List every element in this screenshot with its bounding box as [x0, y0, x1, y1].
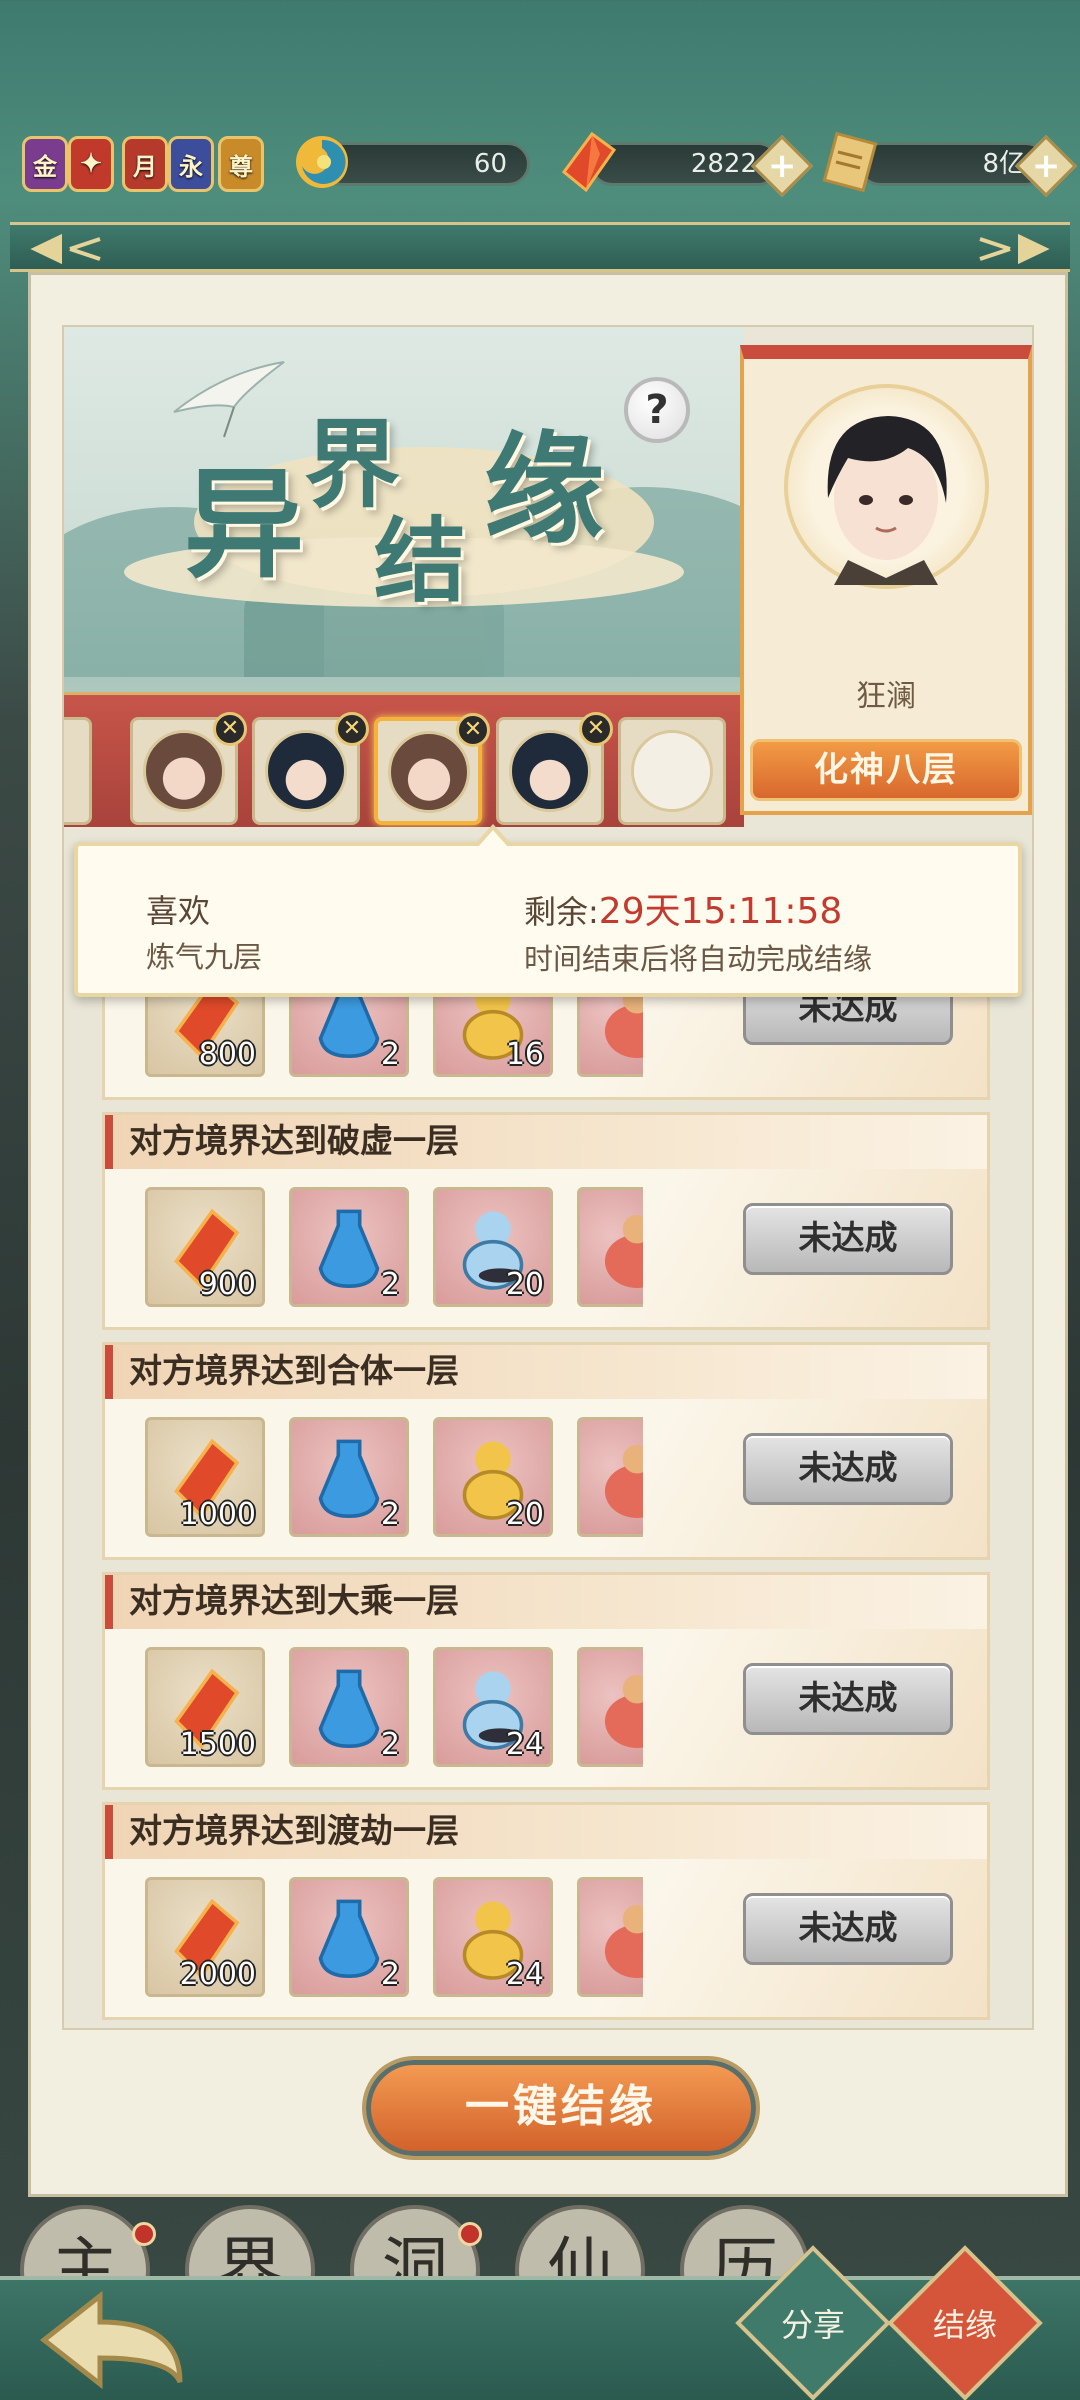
panel-frame-top: [10, 222, 1070, 272]
vip-badge-gold[interactable]: 金: [22, 136, 68, 192]
candidate-slot[interactable]: ✕: [252, 712, 369, 825]
help-button[interactable]: ?: [624, 377, 690, 443]
partner-realm: 化神八层: [750, 739, 1022, 801]
reward-item[interactable]: 1500: [145, 1647, 265, 1767]
vip-badge-eternal[interactable]: 永: [168, 136, 214, 192]
reward-item[interactable]: 2: [289, 1877, 409, 1997]
red-pouch-icon: [604, 1214, 643, 1288]
candidate-realm: 炼气九层: [146, 940, 263, 974]
male-avatar: [265, 730, 347, 812]
back-arrow-icon[interactable]: [30, 2282, 200, 2392]
one-key-bond-button[interactable]: 一键结缘: [366, 2060, 756, 2156]
task-row: 对方境界达到合体一层 1000 2 20 未达成: [102, 1342, 990, 1560]
red-pouch-icon: [604, 1444, 643, 1518]
red-pouch-icon: [604, 1904, 643, 1978]
partner-avatar: [784, 384, 989, 589]
remove-icon[interactable]: ✕: [579, 712, 613, 746]
swirl-icon: [296, 136, 348, 188]
reward-item[interactable]: 2000: [145, 1877, 265, 1997]
reward-item[interactable]: [577, 1877, 643, 1997]
banner-title: 异 界 结 缘: [184, 408, 604, 615]
reward-item[interactable]: 2: [289, 1647, 409, 1767]
vip-badge-moon[interactable]: 月: [122, 136, 168, 192]
task-row: 对方境界达到破虚一层 900 2 20 未达成: [102, 1112, 990, 1330]
task-row: 对方境界达到渡劫一层 2000 2 24 未达成: [102, 1802, 990, 2020]
red-pouch-icon: [604, 1674, 643, 1748]
status-button[interactable]: 未达成: [743, 1203, 953, 1275]
reward-item[interactable]: [577, 1417, 643, 1537]
vip-badge-honor[interactable]: 尊: [218, 136, 264, 192]
reward-item[interactable]: 24: [433, 1647, 553, 1767]
female-avatar: [143, 730, 225, 812]
partner-card[interactable]: 狂澜 化神八层: [740, 345, 1032, 815]
candidate-name: 喜欢: [146, 892, 211, 930]
info-popup: 喜欢 炼气九层 剩余:29天15:11:58 时间结束后将自动完成结缘: [74, 824, 1022, 997]
task-title: 对方境界达到合体一层: [105, 1345, 987, 1399]
female-avatar: [388, 731, 470, 813]
task-row: 对方境界达到大乘一层 1500 2 24 未达成: [102, 1572, 990, 1790]
candidate-slot-selected[interactable]: ✕: [374, 713, 490, 825]
remaining-time: 剩余:29天15:11:58: [524, 891, 843, 932]
status-button[interactable]: 未达成: [743, 1663, 953, 1735]
reward-item[interactable]: 2: [289, 1187, 409, 1307]
remove-icon[interactable]: ✕: [456, 713, 490, 747]
candidate-slot[interactable]: ✕: [130, 712, 247, 825]
frame-ornament-right: [979, 233, 1050, 265]
task-title: 对方境界达到大乘一层: [105, 1575, 987, 1629]
reward-item[interactable]: [577, 1187, 643, 1307]
partner-name: 狂澜: [856, 679, 916, 714]
scroll-icon: [822, 131, 878, 193]
frame-ornament-left: [30, 233, 101, 265]
reward-item[interactable]: 20: [433, 1187, 553, 1307]
status-button[interactable]: 未达成: [743, 1893, 953, 1965]
candidate-slot-empty[interactable]: [618, 717, 726, 825]
remove-icon[interactable]: ✕: [213, 712, 247, 746]
reward-item[interactable]: 20: [433, 1417, 553, 1537]
banner: 异 界 结 缘 ? ✕ ✕ ✕ ✕: [64, 327, 744, 827]
notification-dot: [132, 2222, 156, 2246]
reward-item[interactable]: 24: [433, 1877, 553, 1997]
reward-item[interactable]: 900: [145, 1187, 265, 1307]
currency-bar: 金 ✦ 月 永 尊 60 2822 + 8亿 +: [0, 120, 1080, 210]
reward-item[interactable]: [577, 1647, 643, 1767]
auto-complete-note: 时间结束后将自动完成结缘: [524, 942, 873, 976]
candidate-strip: ✕ ✕ ✕ ✕: [64, 692, 744, 827]
remove-icon[interactable]: ✕: [335, 712, 369, 746]
candidate-slot[interactable]: [64, 717, 92, 825]
male-avatar: [509, 730, 591, 812]
red-crystal-icon: [561, 131, 617, 193]
task-title: 对方境界达到渡劫一层: [105, 1805, 987, 1859]
candidate-slot[interactable]: ✕: [496, 712, 613, 825]
reward-item[interactable]: 1000: [145, 1417, 265, 1537]
vip-badge-flame[interactable]: ✦: [68, 136, 114, 192]
notification-dot: [458, 2222, 482, 2246]
status-button[interactable]: 未达成: [743, 1433, 953, 1505]
task-title: 对方境界达到破虚一层: [105, 1115, 987, 1169]
reward-item[interactable]: 2: [289, 1417, 409, 1537]
partner-portrait: [827, 416, 947, 585]
